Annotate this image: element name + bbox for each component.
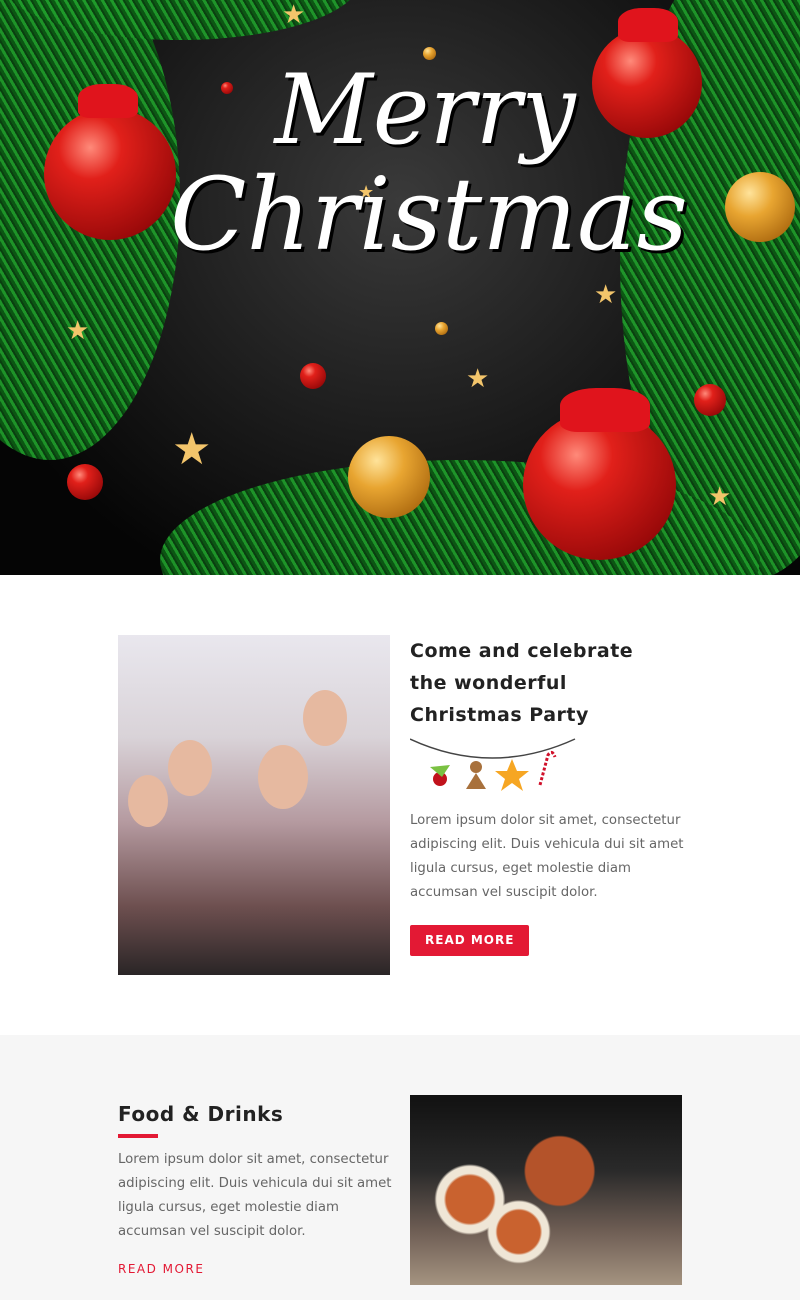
read-more-link[interactable]: READ MORE [118,1262,204,1276]
gold-ornament [348,436,430,518]
party-photo [118,635,390,975]
red-ornament [523,410,676,560]
food-section: Food & Drinks Lorem ipsum dolor sit amet… [0,1035,800,1300]
bow-icon [560,388,650,432]
tea-photo [410,1095,682,1285]
red-ornament [44,108,176,240]
gold-bead [435,322,448,335]
red-ball [300,363,326,389]
star-icon: ★ [708,482,732,512]
party-content: Come and celebrate the wonderful Christm… [410,635,685,956]
christmas-garland-icon [410,738,576,791]
star-icon: ★ [466,364,490,394]
title-underline [118,1134,158,1138]
star-icon: ★ [66,316,90,346]
red-ball [694,384,726,416]
hero-title: Merry Christmas [170,54,688,273]
star-icon: ★ [282,0,306,30]
bow-icon [78,84,138,118]
read-more-button[interactable]: READ MORE [410,925,530,956]
party-body: Lorem ipsum dolor sit amet, consectetur … [410,813,684,900]
party-section: Come and celebrate the wonderful Christm… [0,575,800,1035]
food-body: Lorem ipsum dolor sit amet, consectetur … [118,1152,392,1239]
bow-icon [618,8,678,42]
hero-banner: ★ ★ ★ ★ ★ ★ ★ Merry Christmas [0,0,800,575]
star-icon: ★ [172,424,212,475]
food-content: Food & Drinks Lorem ipsum dolor sit amet… [118,1098,398,1277]
food-title: Food & Drinks [118,1102,284,1126]
star-icon: ★ [594,280,618,310]
gold-ornament [725,172,795,242]
red-ball [67,464,103,500]
party-title: Come and celebrate the wonderful Christm… [410,640,634,726]
